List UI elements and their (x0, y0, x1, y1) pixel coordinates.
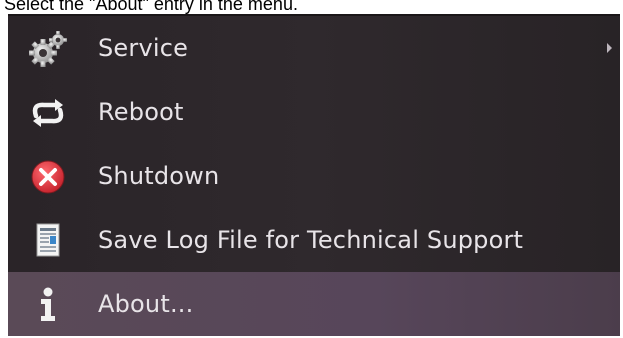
info-icon (28, 286, 68, 324)
document-icon (28, 222, 68, 260)
menu-item-about[interactable]: About... (8, 272, 620, 336)
menu-item-service[interactable]: Service (8, 16, 620, 80)
menu-item-label: Reboot (98, 98, 184, 126)
menu-item-save-log-file[interactable]: Save Log File for Technical Support (8, 208, 620, 272)
menu-item-label: Service (98, 34, 189, 62)
menu-item-label: Shutdown (98, 162, 220, 190)
close-circle-icon (28, 158, 68, 196)
instruction-text: Select the "About" entry in the menu. (4, 0, 298, 14)
menu-item-reboot[interactable]: Reboot (8, 80, 620, 144)
gears-icon (28, 30, 68, 68)
context-menu: Service Reboot Shutdown Save Log File fo… (8, 14, 620, 336)
submenu-arrow-icon (607, 43, 612, 53)
menu-item-label: Save Log File for Technical Support (98, 226, 524, 254)
menu-item-label: About... (98, 290, 194, 318)
menu-item-shutdown[interactable]: Shutdown (8, 144, 620, 208)
refresh-arrows-icon (28, 94, 68, 132)
